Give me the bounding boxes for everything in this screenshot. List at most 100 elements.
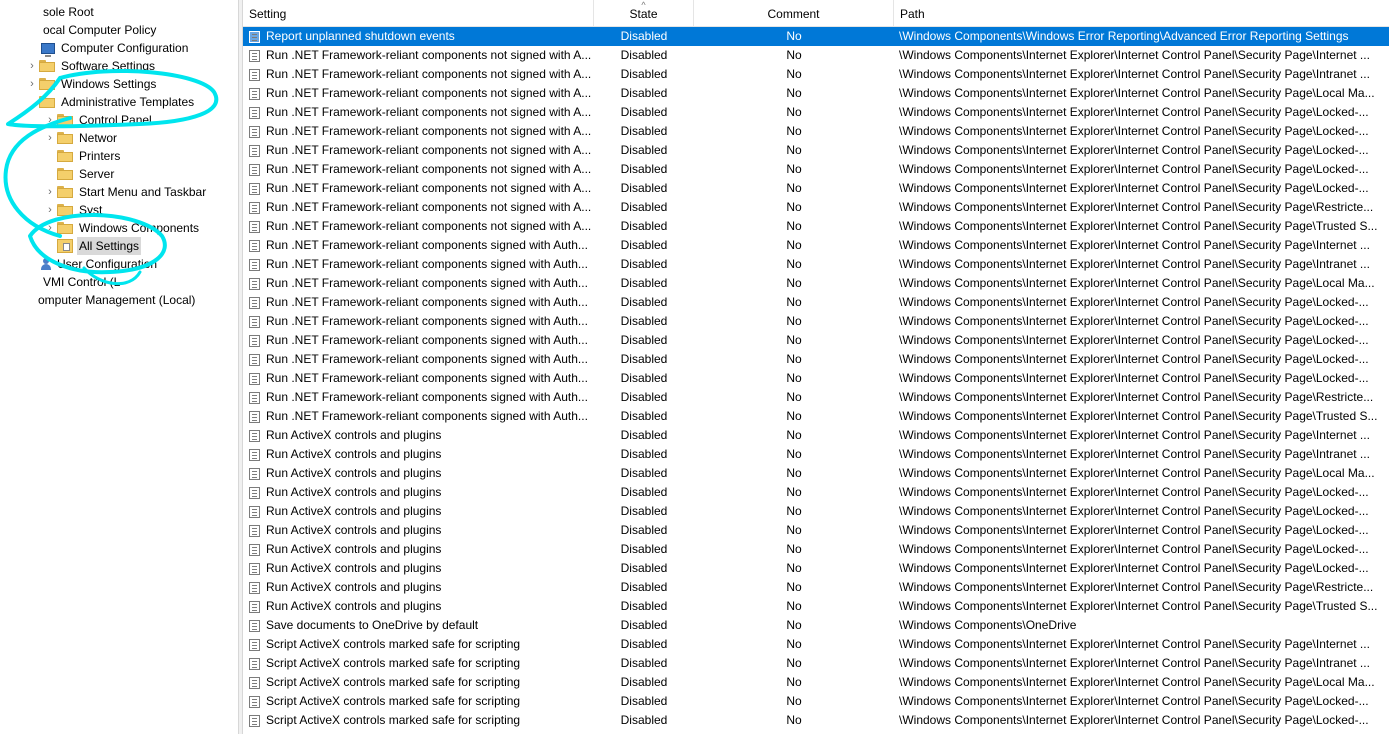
table-row[interactable]: Run ActiveX controls and plugins Disabled… — [243, 559, 1389, 578]
table-row[interactable]: Script ActiveX controls marked safe for … — [243, 711, 1389, 730]
cell-comment: No — [786, 219, 802, 233]
table-row[interactable]: Run .NET Framework-reliant components si… — [243, 236, 1389, 255]
table-row[interactable]: Run .NET Framework-reliant components no… — [243, 103, 1389, 122]
tree-node[interactable]: › Software Settings — [25, 57, 157, 75]
table-row[interactable]: Run .NET Framework-reliant components no… — [243, 84, 1389, 103]
chevron-right-icon[interactable]: › — [43, 219, 57, 237]
cell-comment: No — [786, 694, 802, 708]
cell-setting: Run .NET Framework-reliant components si… — [249, 274, 593, 293]
cell-path: \Windows Components\Internet Explorer\In… — [899, 352, 1369, 366]
tree-node[interactable]: › Syst — [43, 201, 104, 219]
chevron-right-icon[interactable]: › — [43, 129, 57, 147]
cell-state: Disabled — [620, 694, 668, 708]
setting-name: Run ActiveX controls and plugins — [266, 523, 442, 537]
cell-setting: Run ActiveX controls and plugins — [249, 464, 593, 483]
table-row[interactable]: Run .NET Framework-reliant components si… — [243, 331, 1389, 350]
table-row[interactable]: Run .NET Framework-reliant components no… — [243, 160, 1389, 179]
table-row[interactable]: Run ActiveX controls and plugins Disabled… — [243, 426, 1389, 445]
tree-node[interactable]: › Start Menu and Taskbar — [43, 183, 208, 201]
table-row[interactable]: Run ActiveX controls and plugins Disabled… — [243, 483, 1389, 502]
table-row[interactable]: Run ActiveX controls and plugins Disabled… — [243, 464, 1389, 483]
cell-setting: Run .NET Framework-reliant components no… — [249, 217, 593, 236]
table-row[interactable]: Run .NET Framework-reliant components no… — [243, 179, 1389, 198]
cell-comment: No — [786, 295, 802, 309]
cell-state: Disabled — [620, 637, 668, 651]
table-row[interactable]: Run .NET Framework-reliant components no… — [243, 141, 1389, 160]
tree-node[interactable]: › Windows Settings — [25, 75, 158, 93]
tree-node[interactable]: › Windows Components — [43, 219, 201, 237]
cell-state: Disabled — [620, 371, 668, 385]
policy-setting-icon — [249, 182, 260, 195]
tree-node-label: Server — [79, 167, 115, 181]
table-row[interactable]: Save documents to OneDrive by default Dis… — [243, 616, 1389, 635]
cell-setting: Run .NET Framework-reliant components no… — [249, 122, 593, 141]
tree-node-label: Windows Components — [79, 221, 200, 235]
chevron-right-icon[interactable]: › — [43, 111, 57, 129]
table-row[interactable]: Script ActiveX controls marked safe for … — [243, 654, 1389, 673]
tree-node[interactable]: › Networ — [43, 129, 119, 147]
tree-node[interactable]: sole Root — [27, 3, 96, 21]
table-row[interactable]: Run ActiveX controls and plugins Disabled… — [243, 578, 1389, 597]
table-row[interactable]: Run ActiveX controls and plugins Disabled… — [243, 445, 1389, 464]
table-row[interactable]: Run ActiveX controls and plugins Disabled… — [243, 597, 1389, 616]
table-row[interactable]: Run .NET Framework-reliant components si… — [243, 274, 1389, 293]
cell-path: \Windows Components\Internet Explorer\In… — [899, 86, 1375, 100]
table-row[interactable]: Run .NET Framework-reliant components no… — [243, 65, 1389, 84]
table-row[interactable]: Run .NET Framework-reliant components no… — [243, 198, 1389, 217]
table-row[interactable]: Run .NET Framework-reliant components no… — [243, 122, 1389, 141]
policy-setting-icon — [249, 524, 260, 537]
table-row[interactable]: Run .NET Framework-reliant components si… — [243, 369, 1389, 388]
tree-node[interactable]: User Configuration — [27, 255, 159, 273]
chevron-right-icon[interactable]: › — [43, 201, 57, 219]
table-row[interactable]: Script ActiveX controls marked safe for … — [243, 635, 1389, 654]
column-header-path[interactable]: Path — [894, 0, 1389, 26]
tree-node[interactable]: Printers — [43, 147, 122, 165]
cell-comment: No — [786, 48, 802, 62]
cell-comment: No — [786, 713, 802, 727]
table-row[interactable]: Run .NET Framework-reliant components si… — [243, 312, 1389, 331]
table-row[interactable]: Run .NET Framework-reliant components si… — [243, 407, 1389, 426]
table-row[interactable]: Run ActiveX controls and plugins Disabled… — [243, 540, 1389, 559]
cell-path: \Windows Components\Internet Explorer\In… — [899, 333, 1369, 347]
table-row[interactable]: Run .NET Framework-reliant components si… — [243, 293, 1389, 312]
tree-node[interactable]: ocal Computer Policy — [27, 21, 158, 39]
cell-comment: No — [786, 276, 802, 290]
cell-path: \Windows Components\Internet Explorer\In… — [899, 314, 1369, 328]
policy-setting-icon — [249, 87, 260, 100]
tree-node[interactable]: VMI Control (L — [27, 273, 122, 291]
cell-setting: Run ActiveX controls and plugins — [249, 502, 593, 521]
table-row[interactable]: Run .NET Framework-reliant components no… — [243, 217, 1389, 236]
cell-state: Disabled — [620, 656, 668, 670]
table-row[interactable]: Script ActiveX controls marked safe for … — [243, 692, 1389, 711]
setting-name: Run .NET Framework-reliant components si… — [266, 276, 588, 290]
column-header-comment[interactable]: Comment — [694, 0, 894, 26]
setting-name: Run .NET Framework-reliant components si… — [266, 352, 588, 366]
table-row[interactable]: Run ActiveX controls and plugins Disabled… — [243, 502, 1389, 521]
tree-node[interactable]: › Control Panel — [43, 111, 154, 129]
table-row[interactable]: Report unplanned shutdown events Disabled… — [243, 27, 1389, 46]
tree-node[interactable]: Computer Configuration — [27, 39, 190, 57]
table-row[interactable]: Run .NET Framework-reliant components si… — [243, 350, 1389, 369]
chevron-right-icon[interactable]: › — [43, 183, 57, 201]
cell-state: Disabled — [620, 599, 668, 613]
tree-node[interactable]: Server — [43, 165, 116, 183]
table-row[interactable]: Run .NET Framework-reliant components si… — [243, 388, 1389, 407]
tree-node[interactable]: All Settings — [43, 237, 142, 255]
cell-setting: Run .NET Framework-reliant components no… — [249, 46, 593, 65]
column-header-state[interactable]: ^ State — [594, 0, 694, 26]
policy-setting-icon — [249, 163, 260, 176]
cell-path: \Windows Components\Internet Explorer\In… — [899, 504, 1369, 518]
chevron-right-icon[interactable]: › — [25, 57, 39, 75]
table-row[interactable]: Run .NET Framework-reliant components si… — [243, 255, 1389, 274]
tree-node[interactable]: Administrative Templates — [25, 93, 196, 111]
chevron-right-icon[interactable]: › — [25, 75, 39, 93]
cell-comment: No — [786, 257, 802, 271]
tree-node[interactable]: omputer Management (Local) — [22, 291, 197, 309]
setting-name: Run .NET Framework-reliant components no… — [266, 143, 592, 157]
table-row[interactable]: Run ActiveX controls and plugins Disabled… — [243, 521, 1389, 540]
column-header-setting[interactable]: Setting — [243, 0, 594, 26]
table-row[interactable]: Run .NET Framework-reliant components no… — [243, 46, 1389, 65]
policy-setting-icon — [249, 201, 260, 214]
cell-state: Disabled — [620, 295, 668, 309]
table-row[interactable]: Script ActiveX controls marked safe for … — [243, 673, 1389, 692]
